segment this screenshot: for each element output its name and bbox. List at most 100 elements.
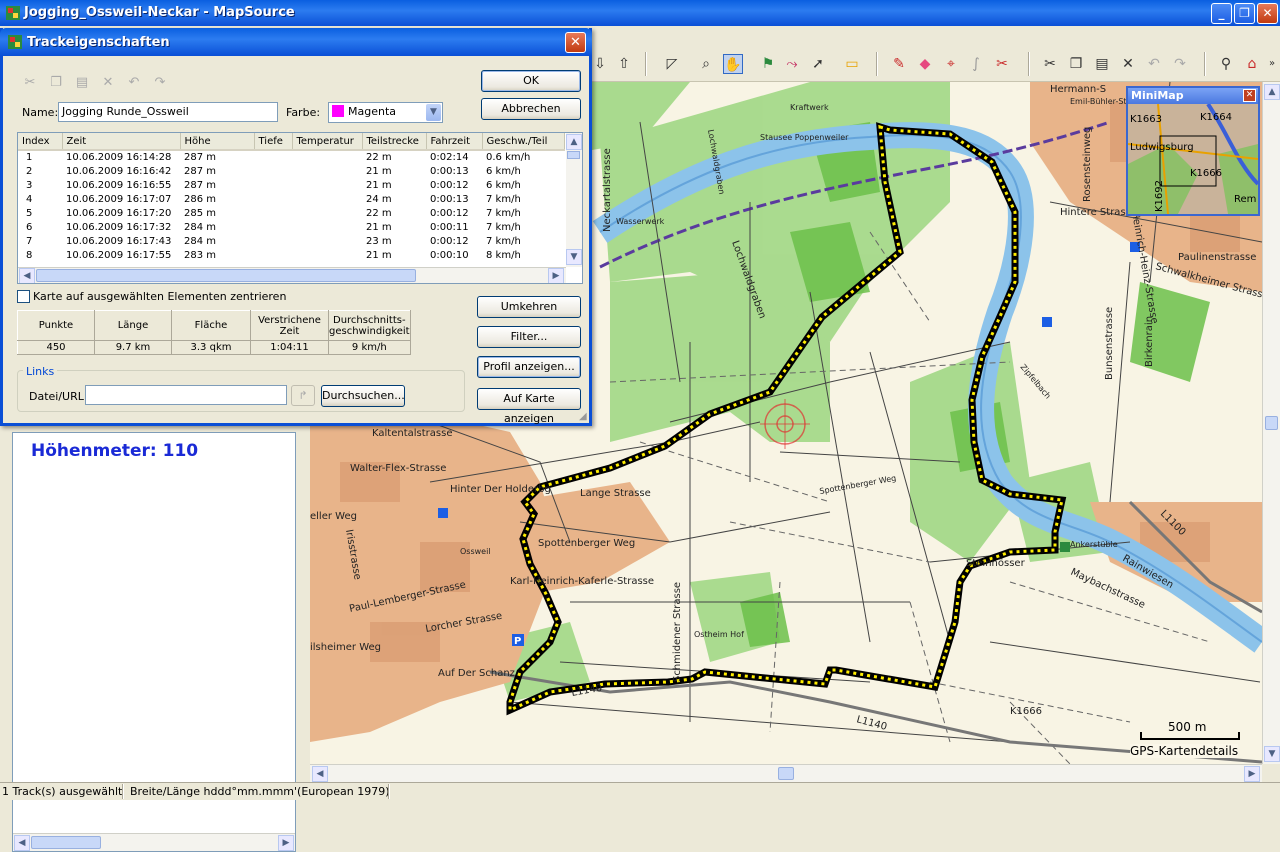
table-row[interactable]: 8 10.06.2009 16:17:55 283 m 21 m 0:00:10 8 km…: [18, 248, 564, 262]
table-cell: 7 km/h: [486, 193, 521, 205]
paste-icon[interactable]: ▤: [1092, 54, 1112, 74]
resize-grip-icon[interactable]: ◢: [579, 411, 591, 423]
gps-send-icon[interactable]: ⇧: [614, 54, 634, 74]
paste-icon[interactable]: ▤: [74, 75, 90, 91]
table-cell: 23 m: [366, 235, 392, 247]
left-hscrollbar[interactable]: ◀ ▶: [13, 833, 295, 851]
scroll-left-icon[interactable]: ◀: [19, 268, 35, 283]
scroll-thumb[interactable]: [1265, 416, 1278, 430]
table-row[interactable]: 1 10.06.2009 16:14:28 287 m 22 m 0:02:14 0.6 …: [18, 150, 564, 164]
color-select[interactable]: Magenta ▼: [328, 102, 443, 123]
reverse-button[interactable]: Umkehren: [477, 296, 581, 318]
coordinate-format-status: Breite/Länge hddd°mm.mmm'(European 1979): [130, 785, 390, 798]
minimap-canvas[interactable]: K1663 K1664 Ludwigsburg K1666 K1692 Rem: [1128, 104, 1258, 214]
select-icon[interactable]: ◸: [662, 54, 682, 74]
select-track-icon[interactable]: ⌖: [941, 54, 961, 74]
find-icon[interactable]: ⚲: [1216, 54, 1236, 74]
find-places-icon[interactable]: ⌂: [1242, 54, 1262, 74]
scroll-thumb[interactable]: [567, 151, 580, 159]
scroll-thumb[interactable]: [778, 767, 794, 780]
chevron-down-icon[interactable]: ▼: [426, 104, 441, 121]
delete-icon[interactable]: ✕: [1118, 54, 1138, 74]
column-header[interactable]: Teilstrecke: [362, 133, 427, 151]
measure-icon[interactable]: ▭: [842, 54, 862, 74]
map-hscrollbar[interactable]: ◀ ▶: [310, 764, 1262, 782]
column-header[interactable]: Geschw./Teil: [482, 133, 565, 151]
scroll-right-icon[interactable]: ▶: [548, 268, 564, 283]
track-draw-icon[interactable]: ✎: [889, 54, 909, 74]
street-label: Karl-Heinrich-Kaferle-Strasse: [510, 576, 654, 587]
file-url-input[interactable]: [85, 385, 287, 405]
copy-icon[interactable]: ❐: [48, 75, 64, 91]
column-header[interactable]: Tiefe: [254, 133, 293, 151]
table-row[interactable]: 2 10.06.2009 16:16:42 287 m 21 m 0:00:13 6 km…: [18, 164, 564, 178]
join-track-icon[interactable]: ✂: [992, 54, 1012, 74]
hand-pan-icon[interactable]: ✋: [723, 54, 743, 74]
table-cell: 286 m: [184, 193, 217, 205]
table-hscrollbar[interactable]: ◀ ▶: [18, 267, 566, 283]
pointer-icon[interactable]: ➚: [808, 54, 828, 74]
table-cell: 287 m: [184, 165, 217, 177]
minimap-close-icon[interactable]: ✕: [1243, 89, 1256, 102]
track-points-table[interactable]: Index Zeit Höhe Tiefe Temperatur Teilstr…: [17, 132, 583, 284]
column-header[interactable]: Index: [18, 133, 63, 151]
cancel-button[interactable]: Abbrechen: [481, 98, 581, 120]
ok-button[interactable]: OK: [481, 70, 581, 92]
show-on-map-button[interactable]: Auf Karte anzeigen: [477, 388, 581, 425]
scroll-left-icon[interactable]: ◀: [14, 835, 30, 851]
center-map-checkbox[interactable]: [17, 290, 30, 303]
table-cell: 0:00:11: [430, 221, 469, 233]
scroll-down-icon[interactable]: ▼: [1264, 746, 1280, 762]
close-button[interactable]: ✕: [1257, 3, 1278, 24]
track-name-input[interactable]: Jogging Runde_Ossweil: [58, 102, 278, 122]
scroll-up-icon[interactable]: ▲: [566, 134, 582, 150]
browse-button[interactable]: Durchsuchen...: [321, 385, 405, 407]
scroll-up-icon[interactable]: ▲: [1264, 84, 1280, 100]
map-vscrollbar[interactable]: ▲ ▼: [1262, 82, 1280, 764]
toolbar-overflow-icon[interactable]: »: [1262, 54, 1280, 74]
eraser-icon[interactable]: ◆: [915, 54, 935, 74]
table-row[interactable]: 7 10.06.2009 16:17:43 284 m 23 m 0:00:12 7 km…: [18, 234, 564, 248]
table-row[interactable]: 4 10.06.2009 16:17:07 286 m 24 m 0:00:13 7 km…: [18, 192, 564, 206]
filter-button[interactable]: Filter...: [477, 326, 581, 348]
track-properties-icon: [8, 35, 22, 49]
scroll-left-icon[interactable]: ◀: [312, 766, 328, 782]
bus-stop-icon: [1060, 542, 1070, 552]
table-vscrollbar[interactable]: ▲ ▼: [566, 133, 582, 267]
divide-track-icon[interactable]: ∫: [966, 54, 986, 74]
copy-icon[interactable]: ❐: [1066, 54, 1086, 74]
scroll-thumb[interactable]: [36, 269, 416, 282]
cut-icon[interactable]: ✂: [1040, 54, 1060, 74]
route-icon[interactable]: ⤳: [782, 54, 802, 74]
column-header[interactable]: Zeit: [62, 133, 181, 151]
undo-icon[interactable]: ↶: [1144, 54, 1164, 74]
scroll-down-icon[interactable]: ▼: [566, 249, 582, 265]
scroll-thumb[interactable]: [31, 836, 101, 849]
table-cell: 7 km/h: [486, 207, 521, 219]
scroll-right-icon[interactable]: ▶: [278, 835, 294, 851]
cut-icon[interactable]: ✂: [22, 75, 38, 91]
show-profile-button[interactable]: Profil anzeigen...: [477, 356, 581, 378]
table-cell: 21 m: [366, 249, 392, 261]
table-row[interactable]: 3 10.06.2009 16:16:55 287 m 21 m 0:00:12 6 km…: [18, 178, 564, 192]
zoom-icon[interactable]: ⌕: [696, 54, 716, 74]
waypoint-flag-icon[interactable]: ⚑: [758, 54, 778, 74]
table-cell: [254, 220, 292, 234]
table-row[interactable]: 6 10.06.2009 16:17:32 284 m 21 m 0:00:11 7 km…: [18, 220, 564, 234]
column-header[interactable]: Höhe: [180, 133, 255, 151]
gps-receive-icon[interactable]: ⇩: [590, 54, 610, 74]
column-header[interactable]: Fahrzeit: [426, 133, 483, 151]
minimize-button[interactable]: _: [1211, 3, 1232, 24]
open-link-icon[interactable]: ↱: [291, 385, 315, 406]
dialog-close-button[interactable]: ✕: [565, 32, 586, 53]
minimap-window[interactable]: MiniMap ✕ K1663 K1664 Ludwigsburg K1666 …: [1126, 86, 1260, 216]
redo-icon[interactable]: ↷: [1170, 54, 1190, 74]
redo-icon[interactable]: ↷: [152, 75, 168, 91]
status-bar: 1 Track(s) ausgewählt Breite/Länge hddd°…: [0, 782, 1280, 800]
column-header[interactable]: Temperatur: [292, 133, 363, 151]
table-row[interactable]: 5 10.06.2009 16:17:20 285 m 22 m 0:00:12 7 km…: [18, 206, 564, 220]
delete-icon[interactable]: ✕: [100, 75, 116, 91]
undo-icon[interactable]: ↶: [126, 75, 142, 91]
scroll-right-icon[interactable]: ▶: [1244, 766, 1260, 782]
restore-button[interactable]: ❐: [1234, 3, 1255, 24]
